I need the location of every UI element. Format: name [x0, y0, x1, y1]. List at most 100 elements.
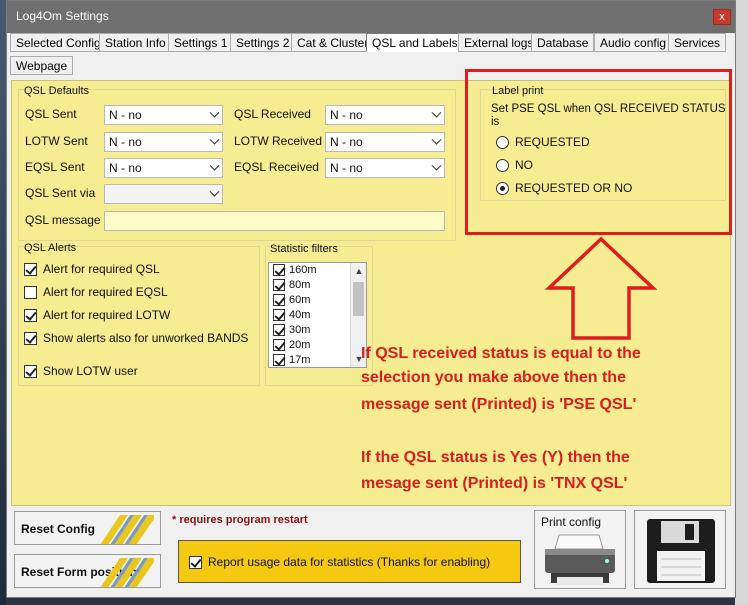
alert-unworked-bands-label: Show alerts also for unworked BANDS	[43, 331, 249, 345]
tab-cat-cluster[interactable]: Cat & Cluster	[291, 33, 375, 52]
eqsl-received-value: N - no	[330, 161, 363, 175]
reset-config-label: Reset Config	[21, 522, 96, 536]
band-17m-checkbox[interactable]	[273, 354, 285, 367]
list-item[interactable]: 40m	[273, 309, 310, 324]
list-item[interactable]: 30m	[273, 324, 310, 339]
qsl-sent-select[interactable]: N - no	[104, 105, 223, 125]
annotation-up-arrow-icon	[545, 236, 657, 340]
tab-settings-2[interactable]: Settings 2	[230, 33, 296, 52]
qsl-message-input[interactable]	[104, 211, 445, 231]
tab-database[interactable]: Database	[531, 33, 595, 52]
qsl-sent-via-label: QSL Sent via	[25, 186, 96, 200]
eqsl-sent-select[interactable]: N - no	[104, 158, 223, 178]
usage-data-box: Report usage data for statistics (Thanks…	[178, 540, 521, 583]
hazard-stripes-icon	[100, 515, 154, 544]
alert-lotw-checkbox[interactable]	[24, 309, 37, 322]
annotation-highlight-box	[465, 69, 732, 235]
alert-qsl-label: Alert for required QSL	[43, 262, 160, 276]
tab-settings-1[interactable]: Settings 1	[168, 33, 234, 52]
reset-form-positions-button[interactable]: Reset Form positions	[14, 554, 161, 588]
chevron-down-icon	[431, 160, 442, 171]
eqsl-received-select[interactable]: N - no	[325, 158, 445, 178]
tab-external-logs[interactable]: External logs	[458, 33, 540, 52]
alert-unworked-bands-checkbox[interactable]	[24, 332, 37, 345]
tab-selected-config[interactable]: Selected Config	[10, 33, 107, 52]
list-item[interactable]: 17m	[273, 354, 310, 369]
tab-audio-config[interactable]: Audio config	[594, 33, 673, 52]
annotation-line: message sent (Printed) is 'PSE QSL'	[361, 396, 637, 413]
eqsl-sent-label: EQSL Sent	[25, 160, 85, 174]
save-button[interactable]	[634, 510, 726, 589]
show-lotw-user-label: Show LOTW user	[43, 364, 138, 378]
title-bar: Log4Om Settings x	[7, 1, 735, 33]
band-80m-checkbox[interactable]	[273, 279, 285, 292]
band-20m-label: 20m	[289, 339, 311, 352]
lotw-sent-label: LOTW Sent	[25, 134, 88, 148]
window-title: Log4Om Settings	[16, 9, 109, 23]
list-item[interactable]: 60m	[273, 294, 310, 309]
band-160m-checkbox[interactable]	[273, 264, 285, 277]
chevron-down-icon	[209, 107, 220, 118]
usage-data-label: Report usage data for statistics (Thanks…	[208, 555, 491, 569]
band-60m-label: 60m	[289, 294, 311, 307]
chevron-down-icon	[431, 134, 442, 145]
list-item[interactable]: 80m	[273, 279, 310, 294]
eqsl-sent-value: N - no	[109, 161, 142, 175]
alert-qsl-checkbox[interactable]	[24, 263, 37, 276]
print-config-label: Print config	[541, 515, 602, 529]
band-20m-checkbox[interactable]	[273, 339, 285, 352]
band-80m-label: 80m	[289, 279, 311, 292]
close-icon[interactable]: x	[713, 9, 731, 25]
qsl-defaults-label: QSL Defaults	[24, 85, 90, 97]
alert-eqsl-label: Alert for required EQSL	[43, 285, 168, 299]
qsl-sent-value: N - no	[109, 108, 142, 122]
tab-services[interactable]: Services	[668, 33, 727, 52]
alert-eqsl-checkbox[interactable]	[24, 286, 37, 299]
printer-icon	[545, 534, 615, 585]
chevron-down-icon	[209, 134, 220, 145]
band-160m-label: 160m	[289, 264, 317, 277]
lotw-received-label: LOTW Received	[234, 134, 323, 148]
chevron-down-icon	[209, 160, 220, 171]
band-40m-label: 40m	[289, 309, 311, 322]
band-30m-checkbox[interactable]	[273, 324, 285, 337]
lotw-sent-value: N - no	[109, 135, 142, 149]
lotw-received-select[interactable]: N - no	[325, 132, 445, 152]
scroll-up-icon[interactable]: ▲	[351, 263, 367, 279]
chevron-down-icon	[431, 107, 442, 118]
tab-webpage[interactable]: Webpage	[10, 56, 74, 75]
tab-station-info[interactable]: Station Info	[99, 33, 172, 52]
alert-lotw-label: Alert for required LOTW	[43, 308, 171, 322]
print-config-button[interactable]: Print config	[534, 510, 626, 589]
background-window-right	[735, 0, 748, 605]
annotation-line: If the QSL status is Yes (Y) then the	[361, 449, 630, 466]
qsl-received-value: N - no	[330, 108, 363, 122]
usage-data-checkbox[interactable]	[189, 556, 202, 569]
hazard-stripes-icon	[100, 558, 154, 587]
band-60m-checkbox[interactable]	[273, 294, 285, 307]
band-30m-label: 30m	[289, 324, 311, 337]
qsl-received-select[interactable]: N - no	[325, 105, 445, 125]
qsl-message-label: QSL message	[25, 213, 101, 227]
band-40m-checkbox[interactable]	[273, 309, 285, 322]
statistic-filters-label: Statistic filters	[270, 243, 338, 255]
show-lotw-user-checkbox[interactable]	[24, 365, 37, 378]
scroll-thumb[interactable]	[353, 282, 364, 316]
qsl-received-label: QSL Received	[234, 107, 311, 121]
qsl-alerts-label: QSL Alerts	[24, 242, 77, 254]
lotw-sent-select[interactable]: N - no	[104, 132, 223, 152]
restart-note: * requires program restart	[172, 514, 308, 526]
annotation-line: selection you make above then the	[361, 369, 626, 386]
eqsl-received-label: EQSL Received	[234, 160, 319, 174]
annotation-line: If QSL received status is equal to the	[361, 345, 641, 362]
reset-config-button[interactable]: Reset Config	[14, 511, 161, 545]
floppy-disk-icon	[647, 519, 715, 583]
band-filter-list[interactable]: 160m 80m 60m 40m 30m 20m 17m ▲ ▼	[268, 262, 367, 368]
list-item[interactable]: 160m	[273, 264, 317, 279]
qsl-sent-label: QSL Sent	[25, 107, 77, 121]
qsl-sent-via-select[interactable]	[104, 184, 223, 204]
band-17m-label: 17m	[289, 354, 311, 367]
chevron-down-icon	[209, 186, 220, 197]
list-item[interactable]: 20m	[273, 339, 310, 354]
tab-qsl-and-labels[interactable]: QSL and Labels	[366, 33, 464, 52]
